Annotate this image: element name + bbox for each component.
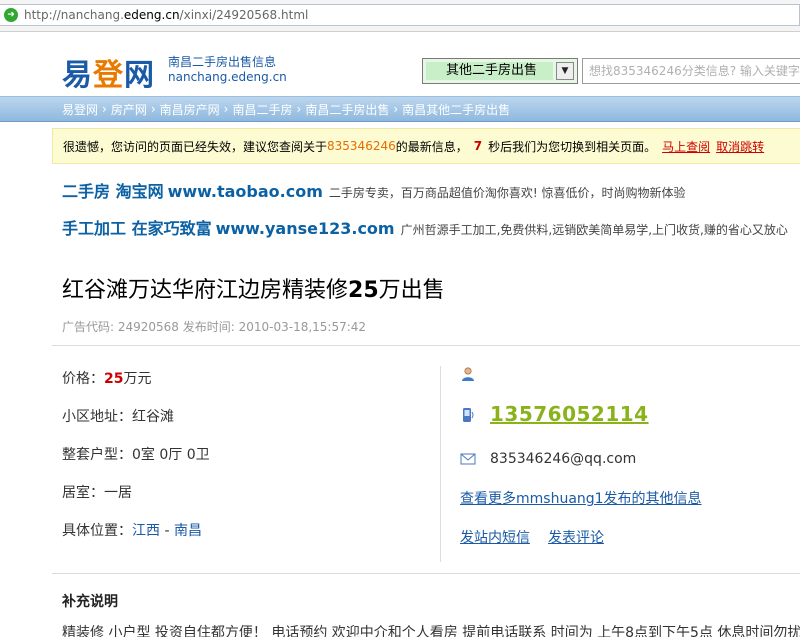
- site-tagline: 南昌二手房出售信息 nanchang.edeng.cn: [168, 55, 287, 85]
- category-select-value: 其他二手房出售: [426, 62, 553, 80]
- supplement-text: 精装修 小户型 投资自住都方便！ 电话预约 欢迎中介和个人看房 提前电话联系 时…: [62, 625, 800, 637]
- breadcrumb-item-for-sale[interactable]: 南昌二手房出售: [305, 101, 389, 118]
- listing-meta: 广告代码: 24920568 发布时间: 2010-03-18,15:57:42: [62, 320, 367, 334]
- column-divider: [440, 366, 441, 562]
- room-field: 居室：一居: [62, 485, 132, 501]
- phone-icon: [463, 408, 474, 422]
- url-text: http://nanchang.edeng.cn/xinxi/24920568.…: [24, 8, 309, 22]
- location-province-link[interactable]: 江西: [132, 523, 160, 539]
- email-address: 835346246@qq.com: [490, 451, 637, 467]
- tagline-text: 南昌二手房出售信息: [168, 55, 277, 69]
- supplement-title: 补充说明: [62, 594, 118, 610]
- price-field: 价格：25万元: [62, 371, 152, 387]
- breadcrumb: 易登网 › 房产网 › 南昌房产网 › 南昌二手房 › 南昌二手房出售 › 南昌其他二手房…: [0, 96, 800, 122]
- notice-text: 的最新信息，: [395, 139, 468, 154]
- phone-number[interactable]: 13576052114: [490, 402, 649, 426]
- mail-icon: [460, 453, 476, 465]
- ad-description: 二手房专卖，百万商品超值价淘你喜欢! 惊喜低价，时尚购物新体验: [328, 186, 686, 200]
- countdown-seconds: 7: [473, 139, 483, 153]
- expired-notice: 很遗憾，您访问的页面已经失效，建议您查阅关于 835346246 的最新信息， 7 秒后…: [52, 128, 800, 164]
- notice-text: 很遗憾，您访问的页面已经失效，建议您查阅关于: [63, 139, 328, 154]
- ad-site[interactable]: www.yanse123.com: [216, 219, 395, 238]
- ad-title[interactable]: 二手房 淘宝网: [62, 182, 164, 201]
- search-input[interactable]: 想找835346246分类信息? 输入关键字试: [582, 58, 800, 84]
- more-posts-link[interactable]: 查看更多mmshuang1发布的其他信息: [460, 488, 702, 508]
- breadcrumb-separator: ›: [296, 102, 302, 116]
- breadcrumb-item-home[interactable]: 易登网: [62, 101, 98, 118]
- post-comment-link[interactable]: 发表评论: [548, 527, 604, 547]
- go-icon[interactable]: ➜: [4, 8, 18, 22]
- ad-description: 广州哲源手工加工,免费供料,远销欧美简单易学,上门收货,赚的省心又放心: [400, 223, 788, 237]
- layout-field: 整套户型：0室 0厅 0卫: [62, 447, 210, 463]
- divider: [52, 573, 800, 574]
- breadcrumb-separator: ›: [223, 102, 229, 116]
- location-field: 具体位置：江西 - 南昌: [62, 523, 202, 539]
- browser-address-bar: ➜ http://nanchang.edeng.cn/xinxi/2492056…: [0, 0, 800, 32]
- notice-keyword: 835346246: [327, 139, 396, 153]
- ad-item[interactable]: 二手房 淘宝网 www.taobao.com 二手房专卖，百万商品超值价淘你喜欢! …: [62, 178, 800, 202]
- site-logo[interactable]: 易登网: [62, 50, 155, 94]
- community-field: 小区地址：红谷滩: [62, 409, 174, 425]
- breadcrumb-item-nanchang-property[interactable]: 南昌房产网: [160, 101, 220, 118]
- chevron-down-icon[interactable]: ▼: [556, 62, 574, 80]
- url-field[interactable]: ➜ http://nanchang.edeng.cn/xinxi/2492056…: [0, 4, 800, 26]
- domain-text: nanchang.edeng.cn: [168, 70, 287, 84]
- ad-site[interactable]: www.taobao.com: [168, 182, 323, 201]
- cancel-redirect-link[interactable]: 取消跳转: [716, 138, 764, 155]
- ad-title[interactable]: 手工加工 在家巧致富: [62, 219, 212, 238]
- view-now-link[interactable]: 马上查阅: [662, 138, 710, 155]
- ad-item[interactable]: 手工加工 在家巧致富 www.yanse123.com 广州哲源手工加工,免费供料,…: [62, 215, 800, 239]
- breadcrumb-item-second-hand[interactable]: 南昌二手房: [232, 101, 292, 118]
- breadcrumb-separator: ›: [102, 102, 107, 116]
- page-title: 红谷滩万达华府江边房精装修25万出售: [62, 278, 445, 303]
- breadcrumb-item-property[interactable]: 房产网: [111, 101, 147, 118]
- user-icon: [462, 367, 474, 381]
- notice-text: 秒后我们为您切换到相关页面。: [488, 139, 657, 154]
- send-message-link[interactable]: 发站内短信: [460, 527, 530, 547]
- breadcrumb-separator: ›: [150, 102, 156, 116]
- breadcrumb-separator: ›: [393, 102, 399, 116]
- location-city-link[interactable]: 南昌: [174, 523, 202, 539]
- divider: [52, 345, 800, 346]
- breadcrumb-item-other[interactable]: 南昌其他二手房出售: [402, 101, 510, 118]
- category-select[interactable]: 其他二手房出售 ▼: [422, 58, 578, 84]
